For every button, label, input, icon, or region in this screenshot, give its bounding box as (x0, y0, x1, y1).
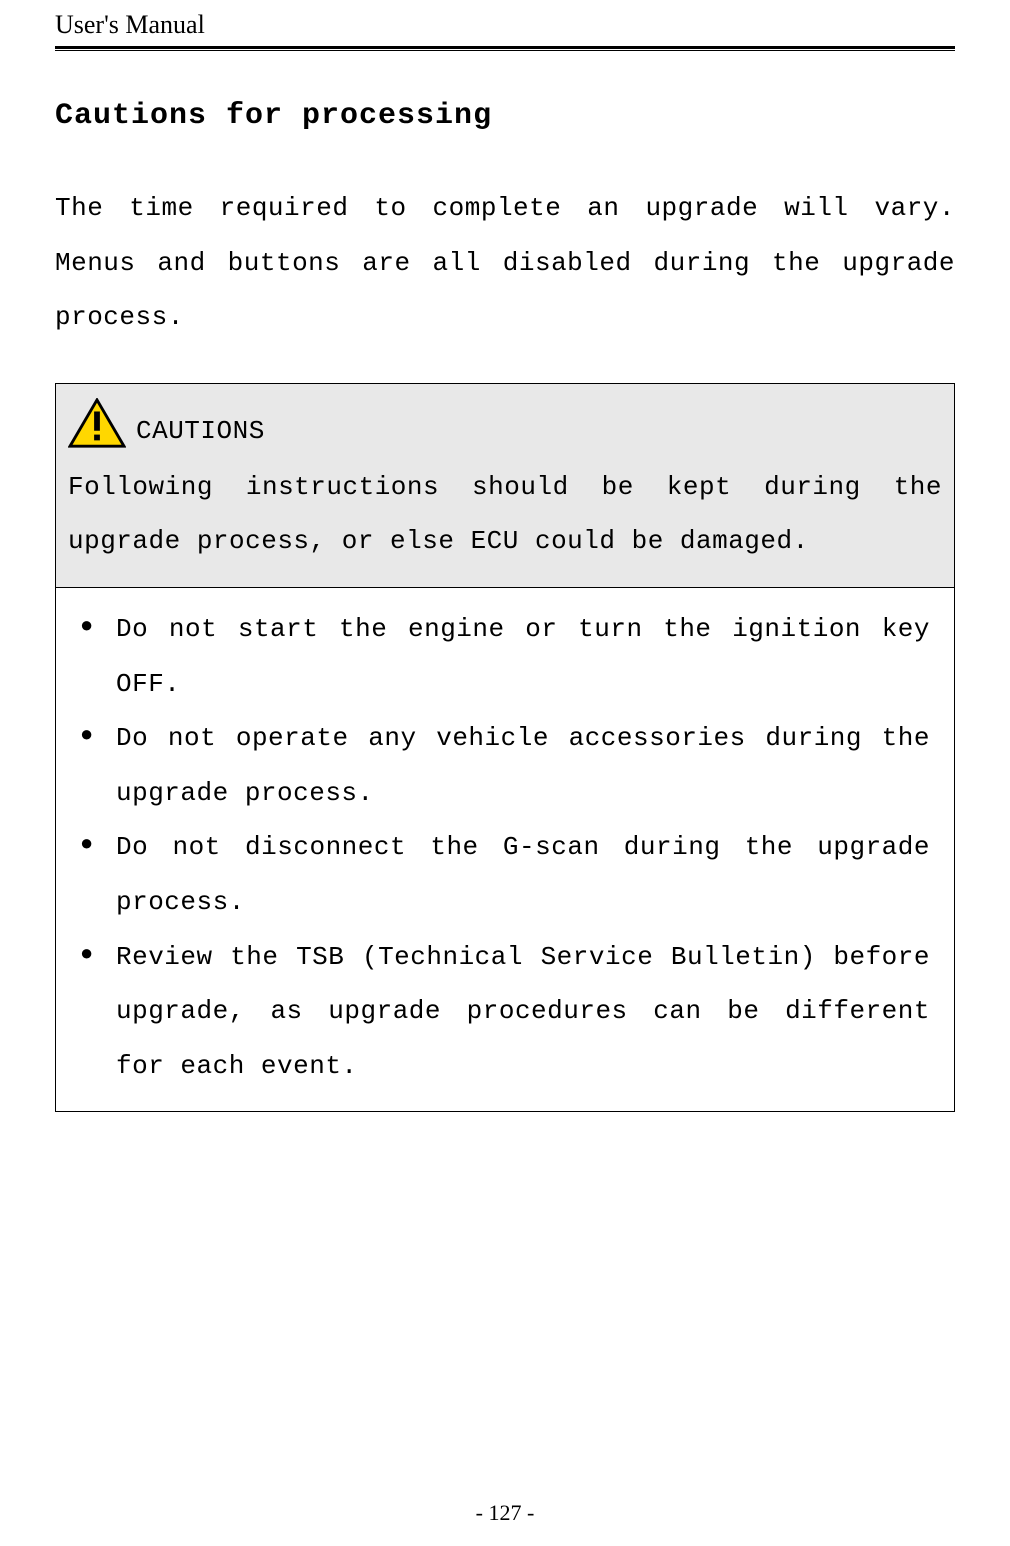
list-item: ● Do not start the engine or turn the ig… (80, 602, 930, 711)
bullet-icon: ● (80, 930, 116, 1094)
caution-label: CAUTIONS (136, 416, 265, 450)
caution-list: ● Do not start the engine or turn the ig… (56, 587, 954, 1111)
bullet-icon: ● (80, 711, 116, 820)
caution-instruction: Following instructions should be kept du… (68, 460, 942, 569)
caution-title-row: CAUTIONS (68, 398, 942, 450)
header-rule (55, 46, 955, 51)
caution-header: CAUTIONS Following instructions should b… (56, 384, 954, 587)
bullet-text: Do not disconnect the G-scan during the … (116, 820, 930, 929)
caution-box: CAUTIONS Following instructions should b… (55, 383, 955, 1113)
page-number: - 127 - (0, 1500, 1010, 1526)
section-title: Cautions for processing (55, 99, 955, 133)
intro-paragraph: The time required to complete an upgrade… (55, 181, 955, 345)
bullet-icon: ● (80, 602, 116, 711)
list-item: ● Do not operate any vehicle accessories… (80, 711, 930, 820)
list-item: ● Do not disconnect the G-scan during th… (80, 820, 930, 929)
bullet-text: Review the TSB (Technical Service Bullet… (116, 930, 930, 1094)
bullet-text: Do not operate any vehicle accessories d… (116, 711, 930, 820)
list-item: ● Review the TSB (Technical Service Bull… (80, 930, 930, 1094)
bullet-text: Do not start the engine or turn the igni… (116, 602, 930, 711)
bullet-icon: ● (80, 820, 116, 929)
warning-icon (68, 398, 126, 450)
header-title: User's Manual (55, 0, 955, 46)
